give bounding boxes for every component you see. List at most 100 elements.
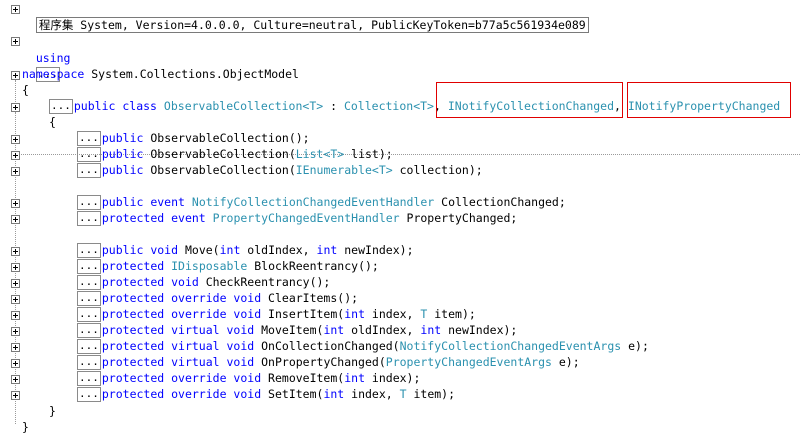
collapsed-member-comments[interactable]: ... — [77, 355, 101, 370]
collapsed-member-comments[interactable]: ... — [77, 195, 101, 210]
code-text: index); — [365, 371, 421, 385]
keyword: protected virtual void — [101, 323, 255, 337]
collapsed-member-comments[interactable]: ... — [77, 307, 101, 322]
keyword: protected virtual void — [101, 355, 255, 369]
keyword: int — [316, 243, 338, 257]
member-line: ... protected override void SetItem(int i… — [77, 386, 455, 402]
namespace-open-brace: { — [22, 83, 29, 97]
expand-icon[interactable] — [11, 167, 20, 176]
member-line: ... protected virtual void MoveItem(int o… — [77, 322, 517, 338]
keyword: protected override void — [101, 307, 262, 321]
collapsed-member-comments[interactable]: ... — [77, 243, 101, 258]
code-text: CollectionChanged; — [434, 195, 566, 209]
code-text: e); — [551, 355, 580, 369]
namespace-line: namespace System.Collections.ObjectModel — [22, 66, 299, 82]
member-line: ... protected IDisposable BlockReentrancy… — [77, 258, 379, 274]
code-text: oldIndex, — [240, 243, 317, 257]
member-line: ... public event NotifyCollectionChangedE… — [77, 194, 566, 210]
collapse-icon[interactable] — [11, 71, 20, 80]
member-line: ... protected event PropertyChangedEventH… — [77, 210, 517, 226]
class-close-brace: } — [49, 404, 56, 418]
keyword: int — [420, 323, 442, 337]
collapsed-class-comments[interactable]: ... — [49, 99, 73, 114]
member-line: ... protected virtual void OnPropertyChan… — [77, 354, 580, 370]
type-name: IEnumerable<T> — [295, 163, 393, 177]
assembly-info: 程序集 System, Version=4.0.0.0, Culture=neu… — [35, 17, 589, 33]
namespace-name: System.Collections.ObjectModel — [91, 67, 299, 81]
code-text: OnCollectionChanged( — [254, 339, 400, 353]
keyword: public — [101, 131, 144, 145]
assembly-header: 程序集 System, Version=4.0.0.0, Culture=neu… — [22, 1, 589, 33]
code-text: oldIndex, — [344, 323, 421, 337]
code-text: index, — [344, 387, 400, 401]
base-class: Collection<T> — [343, 99, 434, 113]
code-text: ObservableCollection(); — [143, 131, 310, 145]
collapsed-member-comments[interactable]: ... — [77, 291, 101, 306]
type-name: IDisposable — [171, 259, 248, 273]
expand-icon[interactable] — [11, 37, 20, 46]
collapsed-member-comments[interactable]: ... — [77, 163, 101, 178]
keyword: public — [101, 147, 144, 161]
code-text: ClearItems(); — [261, 291, 359, 305]
keyword: protected — [101, 259, 165, 273]
collapsed-member-comments[interactable]: ... — [77, 323, 101, 338]
code-text: ObservableCollection( — [143, 163, 296, 177]
namespace-close-brace: } — [22, 420, 29, 434]
expand-icon[interactable] — [11, 247, 20, 256]
highlight-box — [436, 82, 623, 118]
code-text: item); — [427, 307, 476, 321]
collapsed-member-comments[interactable]: ... — [77, 387, 101, 402]
keyword: protected event — [101, 211, 206, 225]
code-text: Move( — [178, 243, 220, 257]
collapsed-member-comments[interactable]: ... — [77, 259, 101, 274]
expand-icon[interactable] — [11, 103, 20, 112]
expand-icon[interactable] — [11, 295, 20, 304]
class-colon: : — [323, 99, 344, 113]
collapsed-member-comments[interactable]: ... — [77, 275, 101, 290]
code-text: BlockReentrancy(); — [247, 259, 379, 273]
code-text: index, — [365, 307, 421, 321]
member-line: ... protected virtual void OnCollectionCh… — [77, 338, 649, 354]
member-line: ... protected override void InsertItem(in… — [77, 306, 476, 322]
keyword: int — [219, 243, 241, 257]
keyword: int — [344, 371, 365, 385]
class-public-keyword: public — [73, 99, 116, 113]
expand-icon[interactable] — [11, 327, 20, 336]
keyword: int — [323, 387, 345, 401]
collapsed-member-comments[interactable]: ... — [77, 147, 101, 162]
expand-icon[interactable] — [11, 135, 20, 144]
type-name: NotifyCollectionChangedEventArgs — [399, 339, 622, 353]
expand-icon[interactable] — [11, 279, 20, 288]
expand-icon[interactable] — [11, 151, 20, 160]
expand-icon[interactable] — [11, 199, 20, 208]
collapsed-member-comments[interactable]: ... — [77, 131, 101, 146]
member-line: ... protected override void RemoveItem(in… — [77, 370, 420, 386]
code-text: MoveItem( — [254, 323, 324, 337]
member-line: ... public ObservableCollection(List<T> l… — [77, 146, 393, 162]
expand-icon[interactable] — [11, 391, 20, 400]
keyword: int — [344, 307, 365, 321]
collapsed-member-comments[interactable]: ... — [77, 371, 101, 386]
keyword: protected virtual void — [101, 339, 255, 353]
expand-icon[interactable] — [11, 5, 20, 14]
member-line: ... public ObservableCollection(IEnumerab… — [77, 162, 483, 178]
class-name: ObservableCollection<T> — [163, 99, 324, 113]
expand-icon[interactable] — [11, 311, 20, 320]
expand-icon[interactable] — [11, 215, 20, 224]
using-line: using ... — [22, 34, 70, 82]
collapsed-member-comments[interactable]: ... — [77, 211, 101, 226]
keyword: int — [323, 323, 345, 337]
expand-icon[interactable] — [11, 359, 20, 368]
expand-icon[interactable] — [11, 343, 20, 352]
code-text: e); — [621, 339, 649, 353]
collapsed-member-comments[interactable]: ... — [77, 339, 101, 354]
type-name: T — [399, 387, 407, 401]
expand-icon[interactable] — [11, 263, 20, 272]
code-text: ObservableCollection( — [143, 147, 296, 161]
class-keyword: class — [122, 99, 157, 113]
code-text: list); — [344, 147, 393, 161]
code-text: RemoveItem( — [261, 371, 345, 385]
expand-icon[interactable] — [11, 375, 20, 384]
